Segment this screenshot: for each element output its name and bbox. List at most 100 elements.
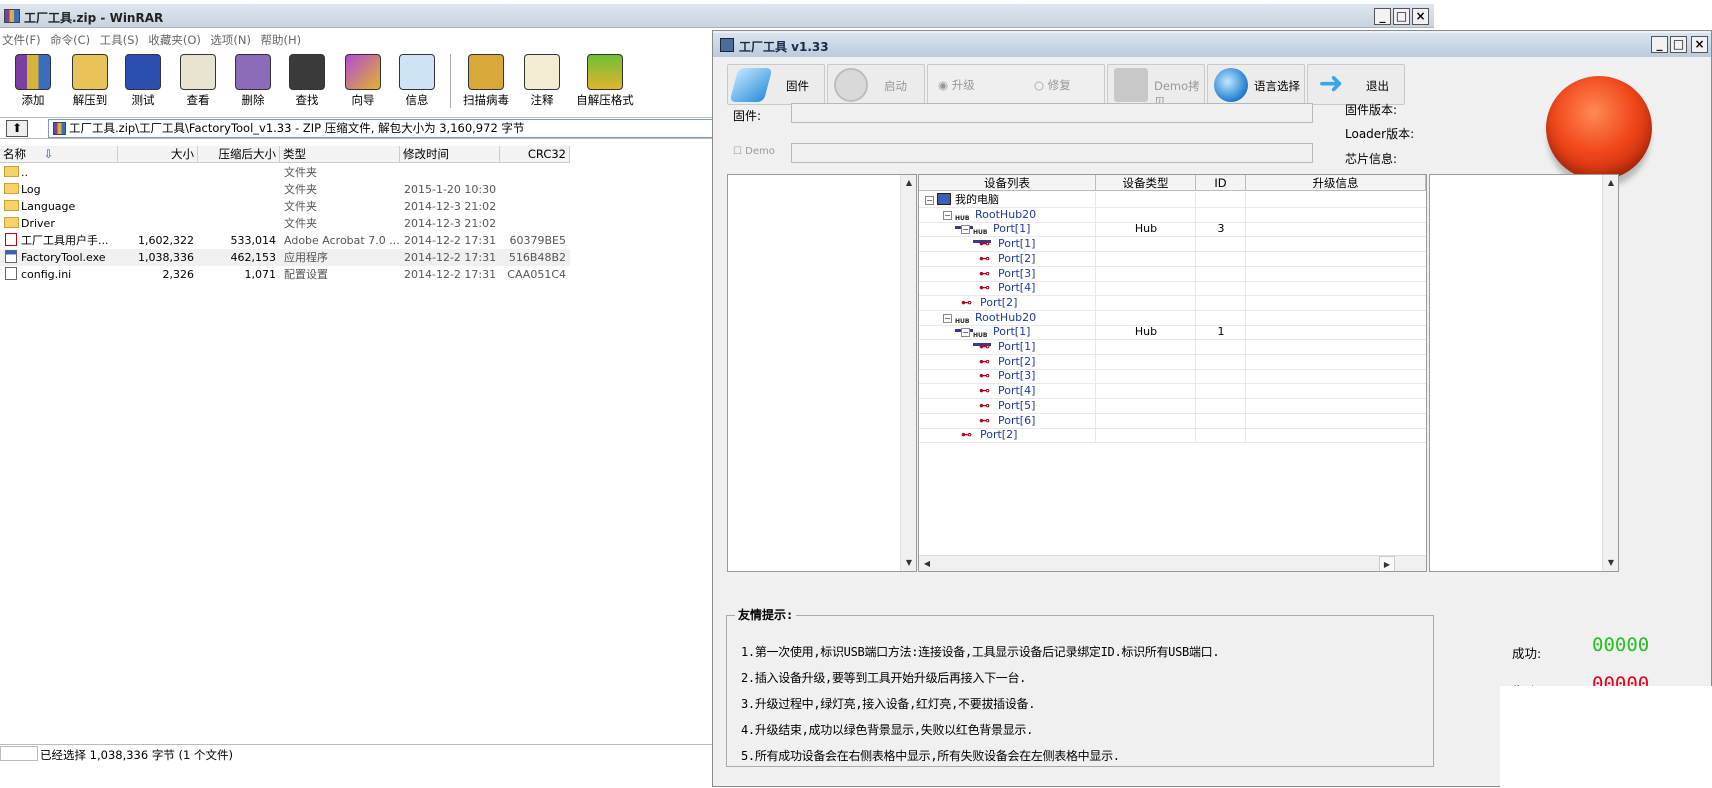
device-tree-row[interactable]: − HUB RootHub20 bbox=[919, 206, 1426, 229]
file-row[interactable]: config.ini 2,326 1,071 配置设置 2014-12-2 17:31 C… bbox=[0, 266, 570, 283]
device-tree-row[interactable]: ⊷ Port[1] bbox=[919, 339, 1426, 355]
device-node[interactable]: ⊷ Port[6] bbox=[979, 413, 1035, 428]
collapse-toggle-icon[interactable]: − bbox=[925, 196, 934, 205]
tool-minimize-button[interactable]: _ bbox=[1651, 36, 1668, 53]
column-crc32[interactable]: CRC32 bbox=[500, 146, 570, 163]
file-row[interactable]: .. 文件夹 bbox=[0, 164, 570, 181]
device-node[interactable]: ⊷ Port[1] bbox=[979, 236, 1035, 251]
device-node[interactable]: ⊷ Port[4] bbox=[979, 280, 1035, 295]
close-button[interactable]: × bbox=[1412, 8, 1429, 25]
device-node[interactable]: ⊷ Port[2] bbox=[961, 295, 1017, 310]
scroll-right-icon[interactable]: ▶ bbox=[1379, 556, 1395, 571]
firmware-button[interactable]: 固件 bbox=[727, 64, 825, 105]
device-tree-row[interactable]: ⊷ Port[6] bbox=[919, 412, 1426, 429]
menu-options[interactable]: 选项(N) bbox=[208, 29, 255, 48]
file-row[interactable]: Log 文件夹 2015-1-20 10:30 bbox=[0, 181, 570, 198]
column-name[interactable]: 名称 ⇩ bbox=[0, 146, 118, 163]
start-button[interactable]: 启动 bbox=[827, 64, 925, 105]
upgrade-radio[interactable]: ◉ 升级 bbox=[938, 77, 975, 93]
success-panel-scrollbar[interactable]: ▲ ▼ bbox=[1602, 175, 1618, 571]
status-light-button[interactable] bbox=[1546, 76, 1652, 180]
device-tree-row[interactable]: ⊷ Port[2] bbox=[919, 294, 1426, 311]
address-field[interactable]: 工厂工具.zip\工厂工具\FactoryTool_v1.33 - ZIP 压缩… bbox=[48, 119, 714, 138]
demo-checkbox[interactable]: ☐ Demo bbox=[733, 146, 775, 157]
sfx-button[interactable]: 自解压格式 bbox=[572, 54, 638, 110]
device-tree-row[interactable]: ⊷ Port[2] bbox=[919, 250, 1426, 267]
find-button[interactable]: 查找 bbox=[282, 54, 332, 110]
test-button[interactable]: 测试 bbox=[118, 54, 168, 110]
up-folder-button[interactable]: ⬆ bbox=[6, 120, 28, 137]
device-tree-row[interactable]: − HUB Port[1] Hub 3 bbox=[919, 221, 1426, 244]
file-row[interactable]: Language 文件夹 2014-12-3 21:02 bbox=[0, 198, 570, 215]
file-row[interactable]: 工厂工具用户手... 1,602,322 533,014 Adobe Acrobat … bbox=[0, 232, 570, 249]
column-type[interactable]: 类型 bbox=[280, 146, 400, 163]
column-modified[interactable]: 修改时间 bbox=[400, 146, 500, 163]
device-node[interactable]: ⊷ Port[3] bbox=[979, 368, 1035, 383]
exit-button[interactable]: ➜ 退出 bbox=[1307, 64, 1405, 105]
collapse-toggle-icon[interactable]: − bbox=[961, 225, 970, 235]
view-button[interactable]: 查看 bbox=[172, 54, 224, 110]
menu-file[interactable]: 文件(F) bbox=[0, 29, 45, 48]
column-id[interactable]: ID bbox=[1196, 175, 1246, 191]
column-upgrade-info[interactable]: 升级信息 bbox=[1246, 175, 1426, 191]
failed-panel-scrollbar[interactable]: ▲ ▼ bbox=[900, 175, 916, 571]
device-tree-row[interactable]: − 我的电脑 bbox=[919, 192, 1426, 208]
minimize-button[interactable]: _ bbox=[1374, 8, 1391, 25]
scroll-down-icon[interactable]: ▼ bbox=[901, 555, 917, 571]
device-node[interactable]: ⊷ Port[2] bbox=[979, 354, 1035, 369]
maximize-button[interactable]: □ bbox=[1393, 8, 1410, 25]
device-node[interactable]: ⊷ Port[4] bbox=[979, 383, 1035, 398]
device-node[interactable]: ⊷ Port[2] bbox=[979, 251, 1035, 266]
failed-devices-panel[interactable]: ▲ ▼ bbox=[727, 174, 917, 572]
comment-button[interactable]: 注释 bbox=[520, 54, 564, 110]
wizard-button[interactable]: 向导 bbox=[336, 54, 390, 110]
collapse-toggle-icon[interactable]: − bbox=[961, 328, 970, 338]
file-row[interactable]: Driver 文件夹 2014-12-3 21:02 bbox=[0, 215, 570, 232]
device-tree-row[interactable]: ⊷ Port[1] bbox=[919, 236, 1426, 253]
menu-favorites[interactable]: 收藏夹(O) bbox=[146, 29, 205, 48]
column-size[interactable]: 大小 bbox=[118, 146, 198, 163]
firmware-path-field[interactable] bbox=[791, 103, 1313, 123]
demo-copy-button[interactable]: Demo拷贝 bbox=[1107, 64, 1205, 109]
device-tree-row[interactable]: − HUB RootHub20 bbox=[919, 309, 1426, 332]
device-node[interactable]: − 我的电脑 bbox=[925, 192, 999, 207]
device-node[interactable]: ⊷ Port[2] bbox=[961, 427, 1017, 442]
info-button[interactable]: 信息 bbox=[392, 54, 442, 110]
extract-to-button[interactable]: 解压到 bbox=[62, 54, 118, 110]
device-node[interactable]: ⊷ Port[3] bbox=[979, 266, 1035, 281]
device-tree-row[interactable]: ⊷ Port[4] bbox=[919, 383, 1426, 400]
winrar-titlebar[interactable]: 工厂工具.zip - WinRAR _ □ × bbox=[0, 4, 1434, 28]
menu-commands[interactable]: 命令(C) bbox=[48, 29, 94, 48]
tool-close-button[interactable]: × bbox=[1691, 36, 1708, 53]
tool-titlebar[interactable]: 工厂工具 v1.33 _ □ × bbox=[713, 33, 1711, 57]
demo-path-field[interactable] bbox=[791, 143, 1313, 163]
device-tree-row[interactable]: ⊷ Port[3] bbox=[919, 265, 1426, 282]
column-packed[interactable]: 压缩后大小 bbox=[198, 146, 280, 163]
device-tree-panel[interactable]: 设备列表 设备类型 ID 升级信息 − 我的电脑 − HUB RootHub20− HUB… bbox=[918, 174, 1427, 572]
collapse-toggle-icon[interactable]: − bbox=[943, 210, 952, 220]
file-list[interactable]: 名称 ⇩ 大小 压缩后大小 类型 修改时间 CRC32 .. 文件夹 Log 文件夹 2… bbox=[0, 146, 714, 746]
menu-tools[interactable]: 工具(S) bbox=[98, 29, 143, 48]
device-tree-row[interactable]: ⊷ Port[2] bbox=[919, 353, 1426, 370]
file-row[interactable]: FactoryTool.exe 1,038,336 462,153 应用程序 2014-… bbox=[0, 249, 570, 266]
language-button[interactable]: 语言选择 bbox=[1207, 64, 1305, 105]
scroll-left-icon[interactable]: ◀ bbox=[919, 556, 935, 571]
success-devices-panel[interactable]: ▲ ▼ bbox=[1429, 174, 1619, 572]
add-button[interactable]: 添加 bbox=[6, 54, 60, 110]
scroll-down-icon[interactable]: ▼ bbox=[1603, 555, 1619, 571]
delete-button[interactable]: 删除 bbox=[228, 54, 278, 110]
collapse-toggle-icon[interactable]: − bbox=[943, 313, 952, 323]
device-node[interactable]: ⊷ Port[1] bbox=[979, 339, 1035, 354]
tree-horizontal-scrollbar[interactable]: ◀ ▶ bbox=[919, 555, 1426, 571]
device-tree-row[interactable]: ⊷ Port[4] bbox=[919, 280, 1426, 297]
device-node[interactable]: ⊷ Port[5] bbox=[979, 398, 1035, 413]
column-device-type[interactable]: 设备类型 bbox=[1096, 175, 1196, 191]
menu-help[interactable]: 帮助(H) bbox=[259, 29, 306, 48]
scan-virus-button[interactable]: 扫描病毒 bbox=[456, 54, 516, 110]
repair-radio[interactable]: ○ 修复 bbox=[1034, 77, 1071, 93]
device-tree-row[interactable]: ⊷ Port[3] bbox=[919, 368, 1426, 385]
device-tree-row[interactable]: ⊷ Port[2] bbox=[919, 427, 1426, 444]
device-tree-row[interactable]: − HUB Port[1] Hub 1 bbox=[919, 324, 1426, 347]
scroll-up-icon[interactable]: ▲ bbox=[1603, 175, 1619, 191]
tool-maximize-button[interactable]: □ bbox=[1670, 36, 1687, 53]
